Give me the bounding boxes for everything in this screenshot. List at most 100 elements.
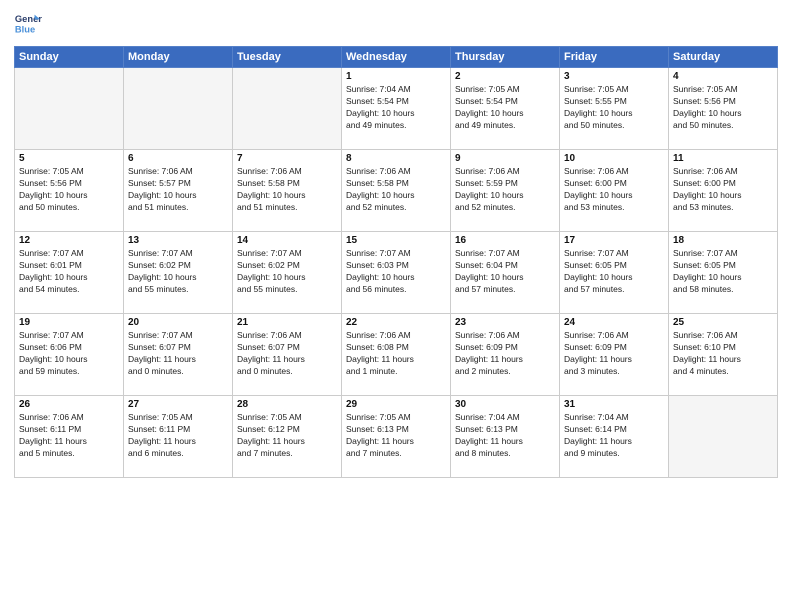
cell-line: Sunset: 6:07 PM [128, 342, 191, 352]
day-number: 1 [346, 71, 446, 82]
cell-line: and 7 minutes. [346, 448, 402, 458]
cell-line: and 53 minutes. [564, 202, 624, 212]
week-row-2: 12Sunrise: 7:07 AMSunset: 6:01 PMDayligh… [15, 232, 778, 314]
day-number: 17 [564, 235, 664, 246]
cell-text: Sunrise: 7:04 AMSunset: 6:13 PMDaylight:… [455, 412, 555, 460]
cell-line: Sunset: 6:08 PM [346, 342, 409, 352]
day-number: 24 [564, 317, 664, 328]
calendar-cell: 24Sunrise: 7:06 AMSunset: 6:09 PMDayligh… [560, 314, 669, 396]
day-number: 4 [673, 71, 773, 82]
cell-text: Sunrise: 7:07 AMSunset: 6:06 PMDaylight:… [19, 330, 119, 378]
cell-line: Sunset: 5:56 PM [19, 178, 82, 188]
calendar-cell [233, 68, 342, 150]
day-number: 29 [346, 399, 446, 410]
cell-text: Sunrise: 7:04 AMSunset: 5:54 PMDaylight:… [346, 84, 446, 132]
cell-line: Sunrise: 7:06 AM [19, 412, 84, 422]
cell-line: Sunrise: 7:07 AM [346, 248, 411, 258]
cell-line: and 0 minutes. [128, 366, 184, 376]
cell-line: Sunrise: 7:05 AM [237, 412, 302, 422]
cell-line: Sunset: 6:00 PM [564, 178, 627, 188]
cell-line: Sunrise: 7:06 AM [237, 166, 302, 176]
week-row-4: 26Sunrise: 7:06 AMSunset: 6:11 PMDayligh… [15, 396, 778, 478]
cell-line: Sunset: 5:57 PM [128, 178, 191, 188]
cell-line: and 0 minutes. [237, 366, 293, 376]
calendar-cell: 3Sunrise: 7:05 AMSunset: 5:55 PMDaylight… [560, 68, 669, 150]
day-number: 10 [564, 153, 664, 164]
cell-line: and 52 minutes. [346, 202, 406, 212]
cell-line: Sunrise: 7:06 AM [346, 166, 411, 176]
cell-line: and 50 minutes. [673, 120, 733, 130]
cell-line: Sunrise: 7:06 AM [455, 330, 520, 340]
day-number: 28 [237, 399, 337, 410]
cell-line: Sunrise: 7:07 AM [564, 248, 629, 258]
weekday-header-wednesday: Wednesday [342, 47, 451, 68]
cell-line: and 57 minutes. [455, 284, 515, 294]
calendar-cell: 16Sunrise: 7:07 AMSunset: 6:04 PMDayligh… [451, 232, 560, 314]
calendar-cell [669, 396, 778, 478]
day-number: 18 [673, 235, 773, 246]
cell-text: Sunrise: 7:06 AMSunset: 5:57 PMDaylight:… [128, 166, 228, 214]
weekday-header-row: SundayMondayTuesdayWednesdayThursdayFrid… [15, 47, 778, 68]
day-number: 15 [346, 235, 446, 246]
svg-text:Blue: Blue [15, 24, 35, 34]
logo: General Blue [14, 10, 42, 38]
cell-line: Daylight: 11 hours [346, 354, 414, 364]
cell-line: Sunset: 6:11 PM [128, 424, 190, 434]
day-number: 27 [128, 399, 228, 410]
cell-line: and 55 minutes. [237, 284, 297, 294]
cell-line: and 4 minutes. [673, 366, 729, 376]
cell-line: Sunset: 5:54 PM [346, 96, 409, 106]
cell-line: Sunset: 6:05 PM [564, 260, 627, 270]
cell-line: Sunset: 5:58 PM [346, 178, 409, 188]
logo-icon: General Blue [14, 10, 42, 38]
cell-line: Sunset: 6:02 PM [128, 260, 191, 270]
cell-line: Sunrise: 7:06 AM [564, 166, 629, 176]
cell-line: Daylight: 11 hours [237, 354, 305, 364]
cell-line: Sunrise: 7:05 AM [128, 412, 193, 422]
cell-line: Sunset: 6:06 PM [19, 342, 82, 352]
cell-text: Sunrise: 7:05 AMSunset: 5:56 PMDaylight:… [673, 84, 773, 132]
cell-line: Sunrise: 7:06 AM [564, 330, 629, 340]
calendar-cell: 14Sunrise: 7:07 AMSunset: 6:02 PMDayligh… [233, 232, 342, 314]
cell-text: Sunrise: 7:07 AMSunset: 6:02 PMDaylight:… [128, 248, 228, 296]
cell-line: Sunset: 6:00 PM [673, 178, 736, 188]
cell-line: Sunset: 6:07 PM [237, 342, 300, 352]
day-number: 8 [346, 153, 446, 164]
cell-line: Sunrise: 7:05 AM [564, 84, 629, 94]
day-number: 13 [128, 235, 228, 246]
cell-text: Sunrise: 7:06 AMSunset: 6:10 PMDaylight:… [673, 330, 773, 378]
calendar-cell [124, 68, 233, 150]
cell-text: Sunrise: 7:06 AMSunset: 6:00 PMDaylight:… [564, 166, 664, 214]
calendar-cell: 1 Sunrise: 7:04 AMSunset: 5:54 PMDaylight… [342, 68, 451, 150]
cell-text: Sunrise: 7:05 AMSunset: 5:55 PMDaylight:… [564, 84, 664, 132]
cell-line: and 9 minutes. [564, 448, 620, 458]
cell-text: Sunrise: 7:05 AMSunset: 6:11 PMDaylight:… [128, 412, 228, 460]
calendar-cell: 27Sunrise: 7:05 AMSunset: 6:11 PMDayligh… [124, 396, 233, 478]
cell-text: Sunrise: 7:07 AMSunset: 6:02 PMDaylight:… [237, 248, 337, 296]
day-number: 23 [455, 317, 555, 328]
cell-line: Sunset: 6:01 PM [19, 260, 82, 270]
cell-line: Sunset: 6:04 PM [455, 260, 518, 270]
cell-line: Sunset: 5:55 PM [564, 96, 627, 106]
cell-line: Daylight: 11 hours [455, 354, 523, 364]
cell-text: Sunrise: 7:05 AMSunset: 5:54 PMDaylight:… [455, 84, 555, 132]
cell-line: and 58 minutes. [673, 284, 733, 294]
cell-text: Sunrise: 7:05 AMSunset: 6:12 PMDaylight:… [237, 412, 337, 460]
cell-line: Sunrise: 7:05 AM [673, 84, 738, 94]
cell-line: and 54 minutes. [19, 284, 79, 294]
calendar-cell: 17Sunrise: 7:07 AMSunset: 6:05 PMDayligh… [560, 232, 669, 314]
cell-line: Sunset: 5:58 PM [237, 178, 300, 188]
weekday-header-tuesday: Tuesday [233, 47, 342, 68]
cell-line: Daylight: 10 hours [19, 272, 88, 282]
day-number: 5 [19, 153, 119, 164]
calendar-cell: 29Sunrise: 7:05 AMSunset: 6:13 PMDayligh… [342, 396, 451, 478]
weekday-header-monday: Monday [124, 47, 233, 68]
cell-text: Sunrise: 7:07 AMSunset: 6:05 PMDaylight:… [564, 248, 664, 296]
cell-line: Sunrise: 7:07 AM [455, 248, 520, 258]
cell-text: Sunrise: 7:06 AMSunset: 6:00 PMDaylight:… [673, 166, 773, 214]
cell-line: Sunset: 6:14 PM [564, 424, 627, 434]
cell-line: Daylight: 10 hours [19, 354, 88, 364]
day-number: 2 [455, 71, 555, 82]
calendar-cell: 5Sunrise: 7:05 AMSunset: 5:56 PMDaylight… [15, 150, 124, 232]
cell-line: Daylight: 11 hours [673, 354, 741, 364]
